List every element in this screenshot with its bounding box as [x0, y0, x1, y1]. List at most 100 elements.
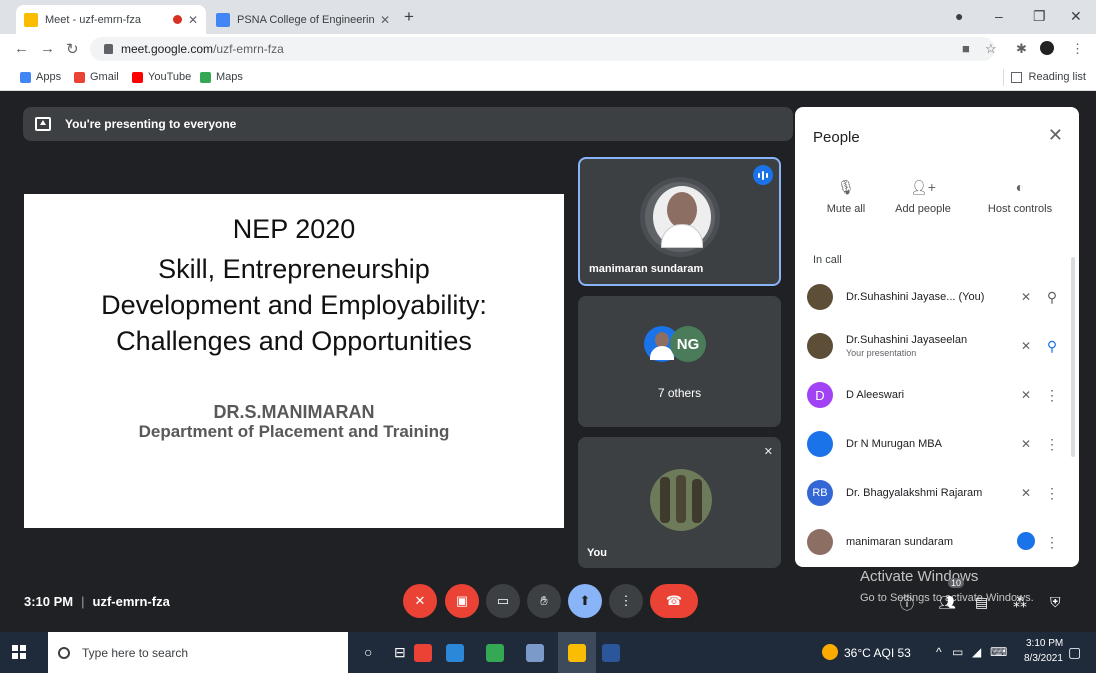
weather-icon[interactable]	[822, 644, 838, 660]
action-label: Add people	[895, 203, 951, 215]
participant-row[interactable]: RB Dr. Bhagyalakshmi Rajaram ✕ ⋮	[807, 473, 1065, 513]
volume-icon[interactable]: ◢	[972, 645, 981, 659]
info-icon[interactable]: ⓘ	[900, 594, 914, 614]
slide-title-line-2: Skill, Entrepreneurship	[158, 254, 430, 284]
clock-time[interactable]: 3:10 PM	[1026, 638, 1063, 649]
tab-title: Meet - uzf-emrn-fza	[45, 13, 141, 26]
self-tile[interactable]: ✕ You	[578, 437, 781, 568]
volume-off-icon[interactable]: ✕	[1013, 339, 1039, 353]
chrome-app-icon[interactable]	[568, 644, 586, 662]
cortana-icon[interactable]: ○	[364, 644, 372, 660]
network-icon[interactable]: ▭	[952, 645, 963, 659]
camera-toggle-button[interactable]: ▣	[445, 584, 479, 618]
app-icon[interactable]	[446, 644, 464, 662]
reload-icon[interactable]: ↻	[66, 40, 79, 58]
mic-off-icon[interactable]: ✕	[1013, 437, 1039, 451]
notifications-icon[interactable]: ▢	[1068, 644, 1081, 661]
taskbar-search-input[interactable]: Type here to search	[48, 632, 348, 673]
activities-icon[interactable]: ⁂	[1013, 594, 1027, 611]
reading-list-label: Reading list	[1028, 71, 1086, 83]
close-tab-icon[interactable]: ✕	[380, 13, 390, 27]
action-label: Host controls	[987, 203, 1053, 215]
present-button[interactable]: ⬆	[568, 584, 602, 618]
tray-chevron-icon[interactable]: ^	[936, 645, 942, 659]
present-screen-icon: ⬆	[579, 593, 591, 608]
clock-date[interactable]: 8/3/2021	[1024, 653, 1063, 664]
more-options-button[interactable]: ⋮	[609, 584, 643, 618]
close-tab-icon[interactable]: ✕	[188, 13, 198, 27]
mic-off-icon: ✕	[763, 446, 773, 458]
bookmark-gmail[interactable]: Gmail	[74, 71, 119, 83]
bookmark-youtube[interactable]: YouTube	[132, 71, 191, 83]
chrome-app-icon[interactable]	[486, 644, 504, 662]
mic-toggle-button[interactable]: ✕	[403, 584, 437, 618]
participant-avatar	[807, 333, 833, 359]
mic-off-icon: ✕	[414, 593, 426, 608]
bookmark-maps[interactable]: Maps	[200, 71, 243, 83]
participant-name: D Aleeswari	[846, 389, 905, 401]
camera-icon[interactable]: ■	[962, 41, 970, 56]
people-icon[interactable]: 👥︎	[938, 594, 956, 611]
participant-row[interactable]: D D Aleeswari ✕ ⋮	[807, 375, 1065, 415]
windows-start-icon[interactable]	[12, 645, 26, 659]
meeting-code: uzf-emrn-fza	[92, 594, 170, 609]
add-people-button[interactable]: 👤︎+ Add people	[887, 179, 959, 215]
close-panel-icon[interactable]: ✕	[1048, 125, 1063, 146]
file-app-icon[interactable]	[526, 644, 544, 662]
maps-icon	[200, 71, 211, 83]
participant-row[interactable]: Dr.Suhashini Jayase... (You) ✕ ⚲	[807, 277, 1065, 317]
bookmark-star-icon[interactable]: ☆	[985, 41, 997, 57]
people-title: People	[813, 129, 860, 146]
panel-scrollbar[interactable]	[1071, 257, 1075, 457]
mic-off-icon[interactable]: ✕	[1013, 388, 1039, 402]
in-call-label: In call	[813, 254, 842, 266]
participant-row[interactable]: manimaran sundaram ⋮	[807, 522, 1065, 562]
pin-active-icon[interactable]: ⚲	[1039, 338, 1065, 355]
keyboard-icon[interactable]: ⌨	[990, 645, 1007, 659]
captions-button[interactable]: ▭	[486, 584, 520, 618]
maximize-button[interactable]: ❐	[1033, 8, 1046, 25]
new-tab-button[interactable]: +	[404, 7, 414, 27]
leave-call-button[interactable]: ☎	[650, 584, 698, 618]
minimize-button[interactable]: –	[995, 8, 1003, 24]
back-icon[interactable]: ←	[14, 40, 29, 57]
task-view-icon[interactable]: ⊟	[394, 644, 406, 661]
site-favicon-icon	[216, 12, 230, 27]
tab-psna[interactable]: PSNA College of Engineering and ✕	[208, 5, 398, 34]
participant-avatar	[807, 431, 833, 457]
others-tile[interactable]: NG 7 others	[578, 296, 781, 427]
people-panel: People ✕ 🎙︎ Mute all 👤︎+ Add people ◐ Ho…	[795, 107, 1079, 567]
participant-avatar: D	[807, 382, 833, 408]
more-options-icon[interactable]: ⋮	[1039, 485, 1065, 502]
url-field[interactable]: meet.google.com/uzf-emrn-fza	[90, 37, 995, 61]
self-label: You	[587, 547, 607, 559]
mute-all-button[interactable]: 🎙︎ Mute all	[811, 179, 881, 215]
profile-icon[interactable]: ●	[955, 8, 963, 24]
presenting-banner: You're presenting to everyone	[23, 107, 793, 141]
chat-icon[interactable]: ▤	[975, 594, 988, 611]
weather-text[interactable]: 36°C AQI 53	[844, 646, 911, 660]
close-window-button[interactable]: ✕	[1070, 8, 1082, 25]
raise-hand-button[interactable]: ✋︎	[527, 584, 561, 618]
participant-row[interactable]: Dr.Suhashini Jayaseelan Your presentation…	[807, 326, 1065, 366]
mic-off-icon[interactable]: ✕	[1013, 486, 1039, 500]
tab-meet[interactable]: Meet - uzf-emrn-fza ✕	[16, 5, 206, 34]
participant-count-badge: 10	[948, 578, 965, 588]
more-options-icon[interactable]: ⋮	[1039, 387, 1065, 404]
word-app-icon[interactable]	[602, 644, 620, 662]
mic-off-icon[interactable]: ✕	[1013, 290, 1039, 304]
host-shield-icon[interactable]: ⛨	[1050, 594, 1061, 611]
menu-icon[interactable]: ⋮	[1071, 41, 1084, 57]
more-options-icon[interactable]: ⋮	[1039, 534, 1065, 551]
more-options-icon[interactable]: ⋮	[1039, 436, 1065, 453]
chrome-app-icon[interactable]	[414, 644, 432, 662]
extensions-icon[interactable]: ✱	[1016, 41, 1027, 57]
bookmark-apps[interactable]: Apps	[20, 71, 61, 83]
host-controls-button[interactable]: ◐ Host controls	[975, 179, 1065, 215]
reading-list-button[interactable]: Reading list	[1010, 71, 1086, 83]
forward-icon[interactable]: →	[40, 40, 55, 57]
participant-row[interactable]: Dr N Murugan MBA ✕ ⋮	[807, 424, 1065, 464]
pin-icon[interactable]: ⚲	[1039, 289, 1065, 306]
profile-avatar[interactable]	[1040, 41, 1054, 58]
speaker-tile[interactable]: manimaran sundaram	[578, 157, 781, 286]
